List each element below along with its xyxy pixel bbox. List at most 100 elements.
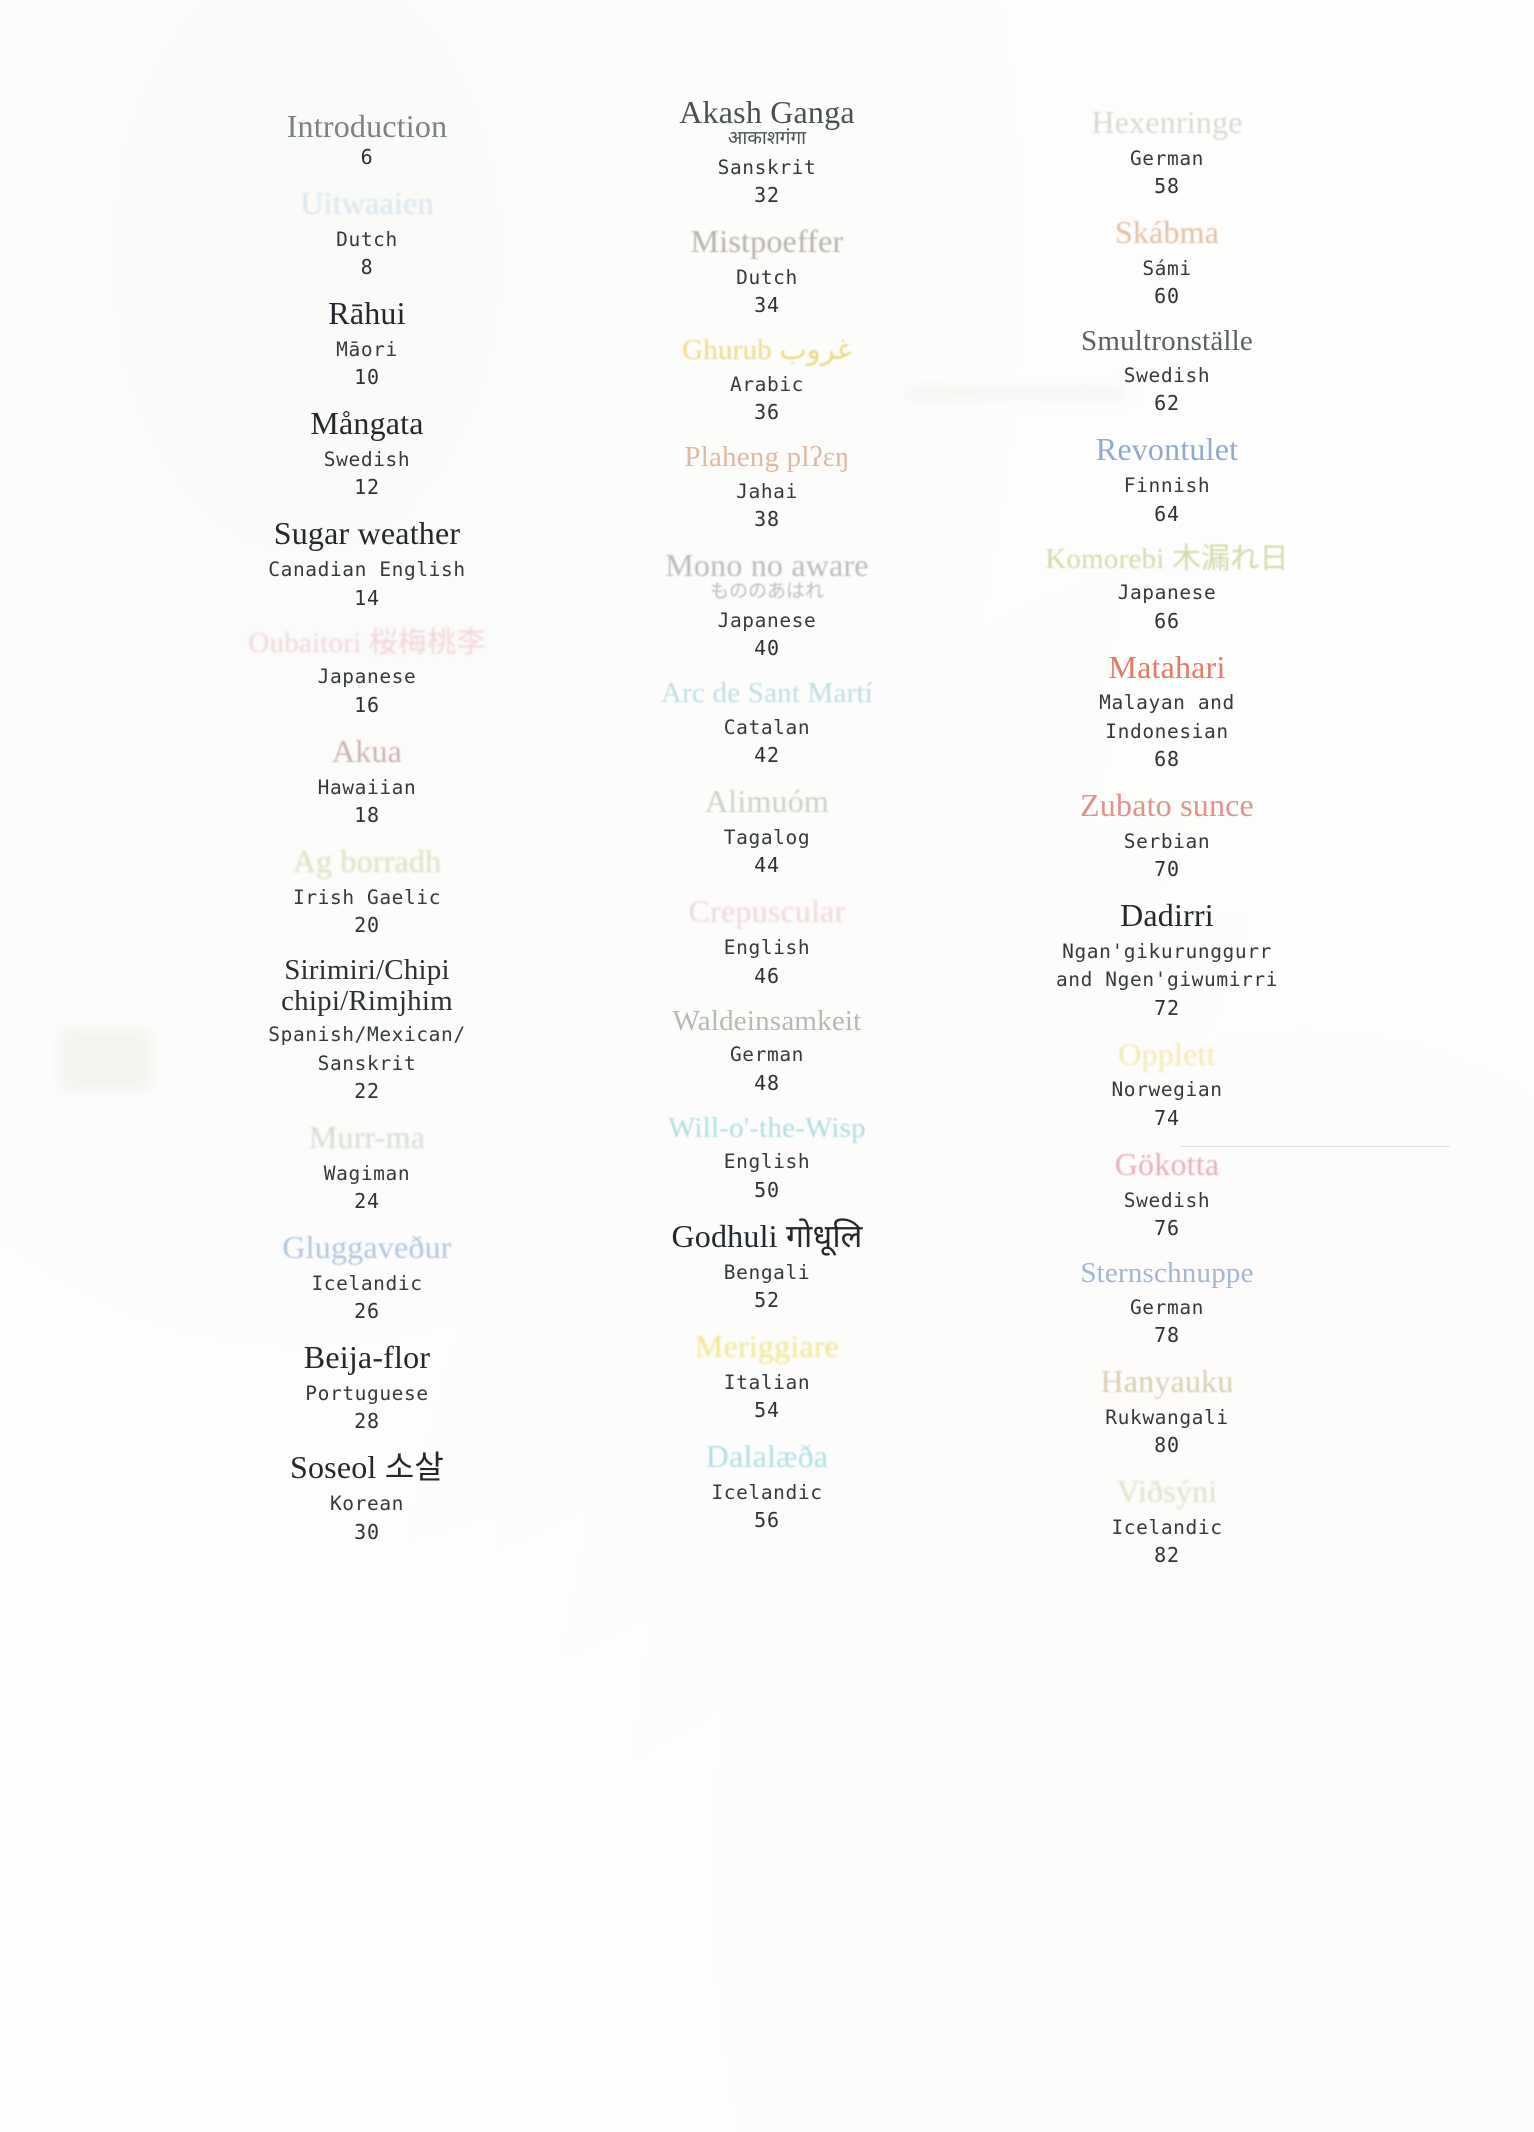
toc-entry-language: Jahai (736, 479, 798, 503)
toc-entry[interactable]: Viðsýni Icelandic 82 (967, 1474, 1367, 1569)
toc-entry-page-number[interactable]: 6 (167, 144, 567, 171)
toc-entry-page-number[interactable]: 62 (967, 390, 1367, 417)
toc-entry[interactable]: Beija-flor Portuguese 28 (167, 1340, 567, 1435)
toc-entry-page-number[interactable]: 56 (567, 1507, 967, 1534)
toc-entry-title: Alimuóm (704, 783, 830, 820)
toc-entry-page-number[interactable]: 22 (167, 1078, 567, 1105)
toc-entry[interactable]: Alimuóm Tagalog 44 (567, 783, 967, 879)
toc-entry[interactable]: Skábma Sámi 60 (967, 214, 1367, 310)
toc-entry-language: German (729, 1043, 805, 1067)
toc-entry[interactable]: Gluggaveður Icelandic 26 (167, 1230, 567, 1325)
toc-entry-title: Oubaitori 桜梅桃李 (248, 626, 486, 659)
toc-entry[interactable]: Godhuli गोधूलि Bengali 52 (567, 1219, 967, 1314)
toc-entry[interactable]: Introduction 6 (167, 109, 567, 171)
toc-entry[interactable]: Hanyauku Rukwangali 80 (967, 1362, 1367, 1459)
toc-entry-language: Norwegian (1111, 1078, 1223, 1102)
toc-entry[interactable]: Hexenringe German 58 (967, 105, 1367, 200)
toc-entry-title: Rāhui (328, 295, 406, 332)
toc-entry-page-number[interactable]: 34 (567, 292, 967, 319)
toc-entry-title: Sugar weather (273, 515, 461, 552)
toc-entry[interactable]: Uitwaaien Dutch 8 (167, 186, 567, 281)
toc-entry-page-number[interactable]: 26 (167, 1298, 567, 1325)
toc-entry-page-number[interactable]: 12 (167, 474, 567, 501)
toc-entry-title: Crepuscular (688, 893, 846, 930)
toc-entry-page-number[interactable]: 80 (967, 1432, 1367, 1459)
toc-entry[interactable]: Dalalæða Icelandic 56 (567, 1437, 967, 1534)
toc-entry-page-number[interactable]: 46 (567, 963, 967, 990)
toc-entry-page-number[interactable]: 72 (967, 995, 1367, 1022)
toc-entry-page-number[interactable]: 36 (567, 399, 967, 426)
toc-entry-page-number[interactable]: 54 (567, 1397, 967, 1424)
toc-entry-page-number[interactable]: 8 (167, 254, 567, 281)
toc-entry-page-number[interactable]: 66 (967, 608, 1367, 635)
toc-entry-title: Skábma (1114, 214, 1220, 251)
toc-entry[interactable]: Ag borradh Irish Gaelic 20 (167, 844, 567, 939)
toc-entry[interactable]: Matahari Malayan and Indonesian 68 (967, 650, 1367, 773)
toc-entry[interactable]: Rāhui Māori 10 (167, 295, 567, 391)
toc-entry-page-number[interactable]: 32 (567, 182, 967, 209)
toc-entry[interactable]: Plaheng plʔɛŋ Jahai 38 (567, 442, 967, 533)
toc-entry[interactable]: Akash Ganga आकाशगंगा Sanskrit 32 (567, 95, 967, 209)
toc-entry-page-number[interactable]: 48 (567, 1070, 967, 1097)
toc-entry-page-number[interactable]: 70 (967, 856, 1367, 883)
toc-entry-page-number[interactable]: 68 (967, 746, 1367, 773)
toc-entry-page-number[interactable]: 30 (167, 1519, 567, 1546)
toc-entry-page-number[interactable]: 64 (967, 501, 1367, 528)
toc-entry-page-number[interactable]: 78 (967, 1322, 1367, 1349)
toc-entry[interactable]: Oubaitori 桜梅桃李 Japanese 16 (167, 626, 567, 719)
toc-entry[interactable]: Mångata Swedish 12 (167, 406, 567, 501)
toc-entry[interactable]: Akua Hawaiian 18 (167, 734, 567, 829)
toc-entry[interactable]: Meriggiare Italian 54 (567, 1329, 967, 1424)
toc-entry-title: Zubato sunce (1080, 786, 1254, 823)
toc-entry-page-number[interactable]: 44 (567, 852, 967, 879)
toc-entry-page-number[interactable]: 24 (167, 1188, 567, 1215)
toc-entry-page-number[interactable]: 76 (967, 1215, 1367, 1242)
toc-entry-page-number[interactable]: 14 (167, 585, 567, 612)
toc-entry[interactable]: Dadirri Ngan'gikurunggurr and Ngen'giwumi… (967, 898, 1367, 1022)
toc-entry-page-number[interactable]: 50 (567, 1177, 967, 1204)
toc-entry-title: Dalalæða (705, 1437, 829, 1474)
toc-entry[interactable]: Mono no aware もののあはれ Japanese 40 (567, 548, 967, 662)
toc-entry-page-number[interactable]: 58 (967, 173, 1367, 200)
toc-entry-page-number[interactable]: 40 (567, 635, 967, 662)
toc-entry-page-number[interactable]: 52 (567, 1287, 967, 1314)
toc-entry[interactable]: Smultronställe Swedish 62 (967, 326, 1367, 417)
toc-entry-page-number[interactable]: 74 (967, 1105, 1367, 1132)
toc-entry-language: Italian (723, 1370, 811, 1394)
toc-entry-page-number[interactable]: 16 (167, 692, 567, 719)
toc-entry-page-number[interactable]: 28 (167, 1408, 567, 1435)
toc-entry[interactable]: Mistpoeffer Dutch 34 (567, 223, 967, 319)
toc-entry-title: Ghurub غروب (682, 334, 852, 367)
toc-entry-title: Hanyauku (1100, 1362, 1234, 1399)
toc-entry-language: Hawaiian (317, 775, 417, 799)
toc-entry[interactable]: Murr-ma Wagiman 24 (167, 1118, 567, 1215)
toc-entry[interactable]: Revontulet Finnish 64 (967, 432, 1367, 528)
toc-entry-page-number[interactable]: 42 (567, 742, 967, 769)
toc-entry-title: Will-o'-the-Wisp (668, 1111, 866, 1144)
toc-entry[interactable]: Crepuscular English 46 (567, 895, 967, 989)
toc-entry[interactable]: Arc de Sant Martí Catalan 42 (567, 678, 967, 769)
toc-entry-page-number[interactable]: 20 (167, 912, 567, 939)
toc-entry-title: Murr-ma (308, 1118, 426, 1155)
toc-entry[interactable]: Zubato sunce Serbian 70 (967, 786, 1367, 883)
toc-entry[interactable]: Komorebi 木漏れ日 Japanese 66 (967, 542, 1367, 635)
toc-entry[interactable]: Soseol 소살 Korean 30 (167, 1451, 567, 1545)
toc-entry[interactable]: Gökotta Swedish 76 (967, 1147, 1367, 1242)
toc-entry-title: Komorebi 木漏れ日 (1045, 542, 1289, 575)
toc-entry[interactable]: Ghurub غروب Arabic 36 (567, 335, 967, 426)
toc-column-3: Hexenringe German 58 Skábma Sámi 60 Smultronst… (967, 96, 1367, 2132)
toc-entry-native-script: もののあはれ (709, 580, 824, 603)
toc-entry[interactable]: Waldeinsamkeit German 48 (567, 1004, 967, 1097)
toc-entry-page-number[interactable]: 10 (167, 364, 567, 391)
toc-entry[interactable]: Sugar weather Canadian English 14 (167, 517, 567, 611)
toc-entry-title: Waldeinsamkeit (672, 1004, 862, 1037)
toc-entry-page-number[interactable]: 38 (567, 506, 967, 533)
toc-entry-title: Mistpoeffer (690, 223, 844, 260)
toc-entry-page-number[interactable]: 18 (167, 802, 567, 829)
toc-entry[interactable]: Will-o'-the-Wisp English 50 (567, 1111, 967, 1204)
toc-entry[interactable]: Sternschnuppe German 78 (967, 1258, 1367, 1349)
toc-entry-page-number[interactable]: 60 (967, 283, 1367, 310)
toc-entry[interactable]: Opplett Norwegian 74 (967, 1037, 1367, 1132)
toc-entry[interactable]: Sirimiri/Chipi chipi/Rimjhim Spanish/Mexi… (167, 954, 567, 1105)
toc-entry-page-number[interactable]: 82 (967, 1542, 1367, 1569)
